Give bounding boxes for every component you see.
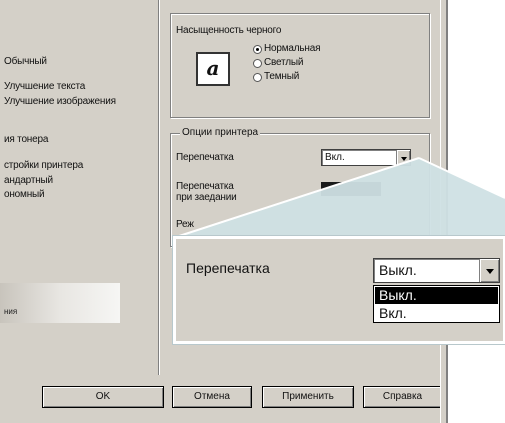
zoom-callout: Перепечатка Выкл. Выкл. Вкл. — [173, 236, 505, 344]
printer-properties-dialog: Обычный Улучшение текста Улучшение изобр… — [0, 0, 447, 423]
left-option-image-enhance[interactable]: Улучшение изображения — [4, 96, 116, 107]
black-saturation-title: Насыщенность черного — [176, 25, 282, 36]
strip-label: ния — [4, 307, 18, 316]
chevron-down-icon[interactable] — [479, 259, 499, 282]
radio-light-label: Светлый — [264, 57, 304, 68]
left-options-panel: Обычный Улучшение текста Улучшение изобр… — [0, 0, 159, 375]
apply-button[interactable]: Применить — [262, 386, 354, 408]
dropdown-option-off[interactable]: Выкл. — [375, 287, 498, 304]
radio-normal-label: Нормальная — [264, 43, 321, 54]
radio-dark[interactable] — [253, 73, 262, 82]
chevron-down-icon[interactable] — [396, 150, 410, 165]
reprint-label: Перепечатка — [176, 152, 234, 163]
jam-reprint-label: Перепечатка при заедании — [176, 181, 237, 203]
cancel-button[interactable]: Отмена — [172, 386, 252, 408]
ok-button[interactable]: OK — [42, 386, 164, 408]
left-option-printer-settings[interactable]: стройки принтера — [4, 160, 83, 171]
zoom-reprint-label: Перепечатка — [186, 260, 270, 276]
reprint-combo-value: Вкл. — [325, 152, 345, 163]
gradient-strip — [0, 283, 120, 323]
partial-label: Реж — [176, 219, 194, 230]
zoom-reprint-combo[interactable]: Выкл. — [373, 258, 500, 283]
zoom-dropdown-list: Выкл. Вкл. — [373, 285, 500, 323]
left-option-text-enhance[interactable]: Улучшение текста — [4, 81, 85, 92]
left-option-normal[interactable]: Обычный — [4, 56, 47, 67]
left-option-standard[interactable]: андартный — [4, 175, 53, 186]
dialog-right-edge — [440, 0, 448, 423]
help-button[interactable]: Справка — [363, 386, 442, 408]
left-option-toner[interactable]: ия тонера — [4, 134, 48, 145]
zoom-combo-value: Выкл. — [379, 262, 417, 278]
jam-reprint-combo[interactable] — [321, 182, 381, 196]
dropdown-option-on[interactable]: Вкл. — [375, 305, 498, 322]
left-option-economy[interactable]: ономный — [4, 189, 45, 200]
printer-options-title: Опции принтера — [180, 127, 261, 138]
radio-light[interactable] — [253, 59, 262, 68]
radio-dark-label: Темный — [264, 71, 300, 82]
reprint-combo[interactable]: Вкл. — [321, 149, 411, 166]
letter-a-icon: a — [196, 52, 230, 86]
page-margin — [448, 0, 505, 423]
radio-normal[interactable] — [253, 45, 262, 54]
